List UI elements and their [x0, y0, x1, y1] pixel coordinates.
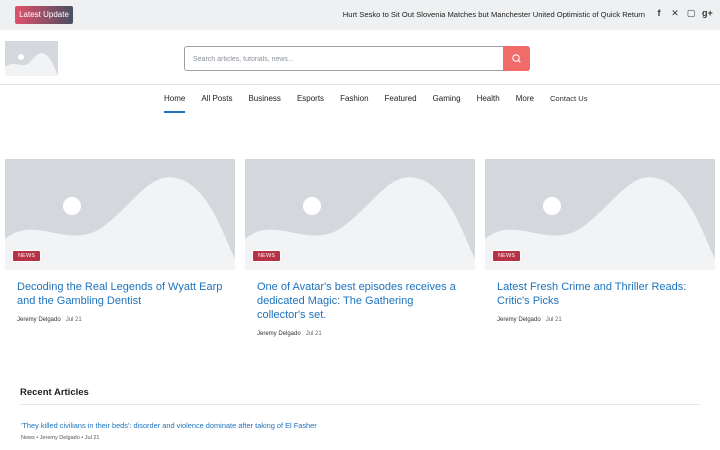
- nav-business[interactable]: Business: [248, 94, 280, 103]
- article-meta: Jeremy Delgado Jul 21: [497, 317, 703, 323]
- search-input[interactable]: [193, 51, 493, 67]
- category-tag[interactable]: NEWS: [252, 250, 282, 262]
- article-title[interactable]: Latest Fresh Crime and Thriller Reads: C…: [497, 280, 703, 308]
- article-date: Jul 21: [545, 317, 562, 323]
- nav-fashion[interactable]: Fashion: [340, 94, 368, 103]
- nav-featured[interactable]: Featured: [385, 94, 417, 103]
- category-tag[interactable]: NEWS: [492, 250, 522, 262]
- nav-contact-us[interactable]: Contact Us: [550, 94, 588, 103]
- author-name[interactable]: Jeremy Delgado: [17, 317, 61, 323]
- nav-home[interactable]: Home: [164, 94, 186, 113]
- article-thumbnail[interactable]: NEWS: [485, 159, 715, 270]
- article-meta: Jeremy Delgado Jul 21: [257, 331, 463, 337]
- article-date: Jul 21: [65, 317, 82, 323]
- category-tag[interactable]: NEWS: [12, 250, 42, 262]
- search-icon: [512, 54, 521, 63]
- news-ticker[interactable]: Hurt Sesko to Sit Out Slovenia Matches b…: [343, 10, 645, 19]
- instagram-icon[interactable]: ▢: [686, 8, 696, 19]
- nav-more[interactable]: More: [516, 94, 534, 103]
- article-title[interactable]: Decoding the Real Legends of Wyatt Earp …: [17, 280, 223, 308]
- search-bar: [184, 46, 530, 71]
- social-links: f ✕ ▢ g+: [654, 8, 713, 19]
- nav-esports[interactable]: Esports: [297, 94, 324, 103]
- article-meta: Jeremy Delgado Jul 21: [17, 317, 223, 323]
- article-thumbnail[interactable]: NEWS: [245, 159, 475, 270]
- nav-gaming[interactable]: Gaming: [433, 94, 461, 103]
- article-card[interactable]: NEWS One of Avatar's best episodes recei…: [245, 159, 475, 337]
- twitter-icon[interactable]: ✕: [670, 8, 680, 19]
- google-plus-icon[interactable]: g+: [702, 8, 713, 19]
- facebook-icon[interactable]: f: [654, 8, 664, 19]
- top-bar: Latest Update Hurt Sesko to Sit Out Slov…: [0, 0, 720, 30]
- nav-health[interactable]: Health: [477, 94, 500, 103]
- article-thumbnail[interactable]: NEWS: [5, 159, 235, 270]
- main-nav: Home All Posts Business Esports Fashion …: [164, 94, 604, 113]
- section-divider: [20, 404, 700, 405]
- article-title[interactable]: One of Avatar's best episodes receives a…: [257, 280, 463, 322]
- nav-all-posts[interactable]: All Posts: [201, 94, 232, 103]
- article-card[interactable]: NEWS Decoding the Real Legends of Wyatt …: [5, 159, 235, 323]
- article-card[interactable]: NEWS Latest Fresh Crime and Thriller Rea…: [485, 159, 715, 323]
- site-logo[interactable]: [5, 41, 58, 76]
- recent-article-title[interactable]: 'They killed civilians in their beds': d…: [21, 421, 317, 430]
- article-date: Jul 21: [305, 331, 322, 337]
- author-name[interactable]: Jeremy Delgado: [257, 331, 301, 337]
- site-header: [0, 30, 720, 85]
- recent-articles-heading: Recent Articles: [20, 387, 89, 398]
- recent-article-meta: News • Jeremy Delgado • Jul 21: [21, 435, 100, 441]
- search-button[interactable]: [503, 46, 530, 71]
- latest-update-badge: Latest Update: [15, 6, 73, 24]
- author-name[interactable]: Jeremy Delgado: [497, 317, 541, 323]
- image-placeholder-icon: [5, 41, 58, 76]
